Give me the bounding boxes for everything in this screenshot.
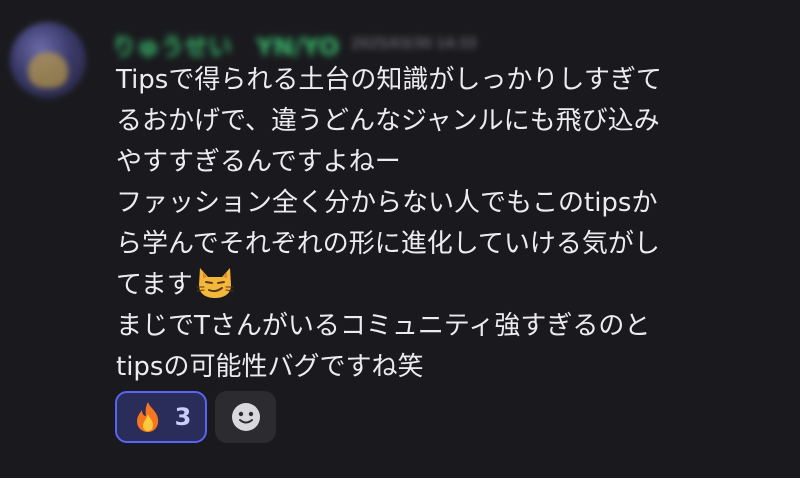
smirking-cat-emoji-icon [196, 268, 234, 298]
message-content: Tipsで得られる土台の知識がしっかりしすぎて るおかげで、違うどんなジャンルに… [116, 60, 776, 388]
avatar-image [28, 52, 68, 88]
smiley-icon [231, 403, 260, 431]
fire-icon [136, 402, 158, 432]
message-line-with-emoji: てます [116, 265, 776, 306]
message-line-text: てます [116, 270, 193, 300]
message-line: Tipsで得られる土台の知識がしっかりしすぎて [116, 65, 662, 95]
avatar[interactable] [10, 22, 86, 98]
message-line: ら学んでそれぞれの形に進化していける気がし [116, 229, 660, 259]
reactions-bar: 3 [115, 391, 276, 443]
message-line: やすすぎるんですよねー [116, 147, 401, 177]
username[interactable]: りゅうせい YN/YO [112, 27, 339, 62]
add-reaction-button[interactable] [215, 391, 276, 443]
message-line: るおかげで、違うどんなジャンルにも飛び込み [116, 106, 660, 136]
timestamp: 2025/03/30 14:33 [351, 36, 477, 52]
message-line: まじでTさんがいるコミュニティ強すぎるのと [116, 311, 651, 341]
message-line: tipsの可能性バグですね笑 [116, 352, 424, 382]
message-line: ファッション全く分からない人でもこのtipsか [116, 188, 658, 218]
reaction-count: 3 [174, 403, 192, 431]
reaction-fire[interactable]: 3 [115, 391, 207, 443]
message-header: りゅうせい YN/YO 2025/03/30 14:33 [112, 27, 477, 62]
